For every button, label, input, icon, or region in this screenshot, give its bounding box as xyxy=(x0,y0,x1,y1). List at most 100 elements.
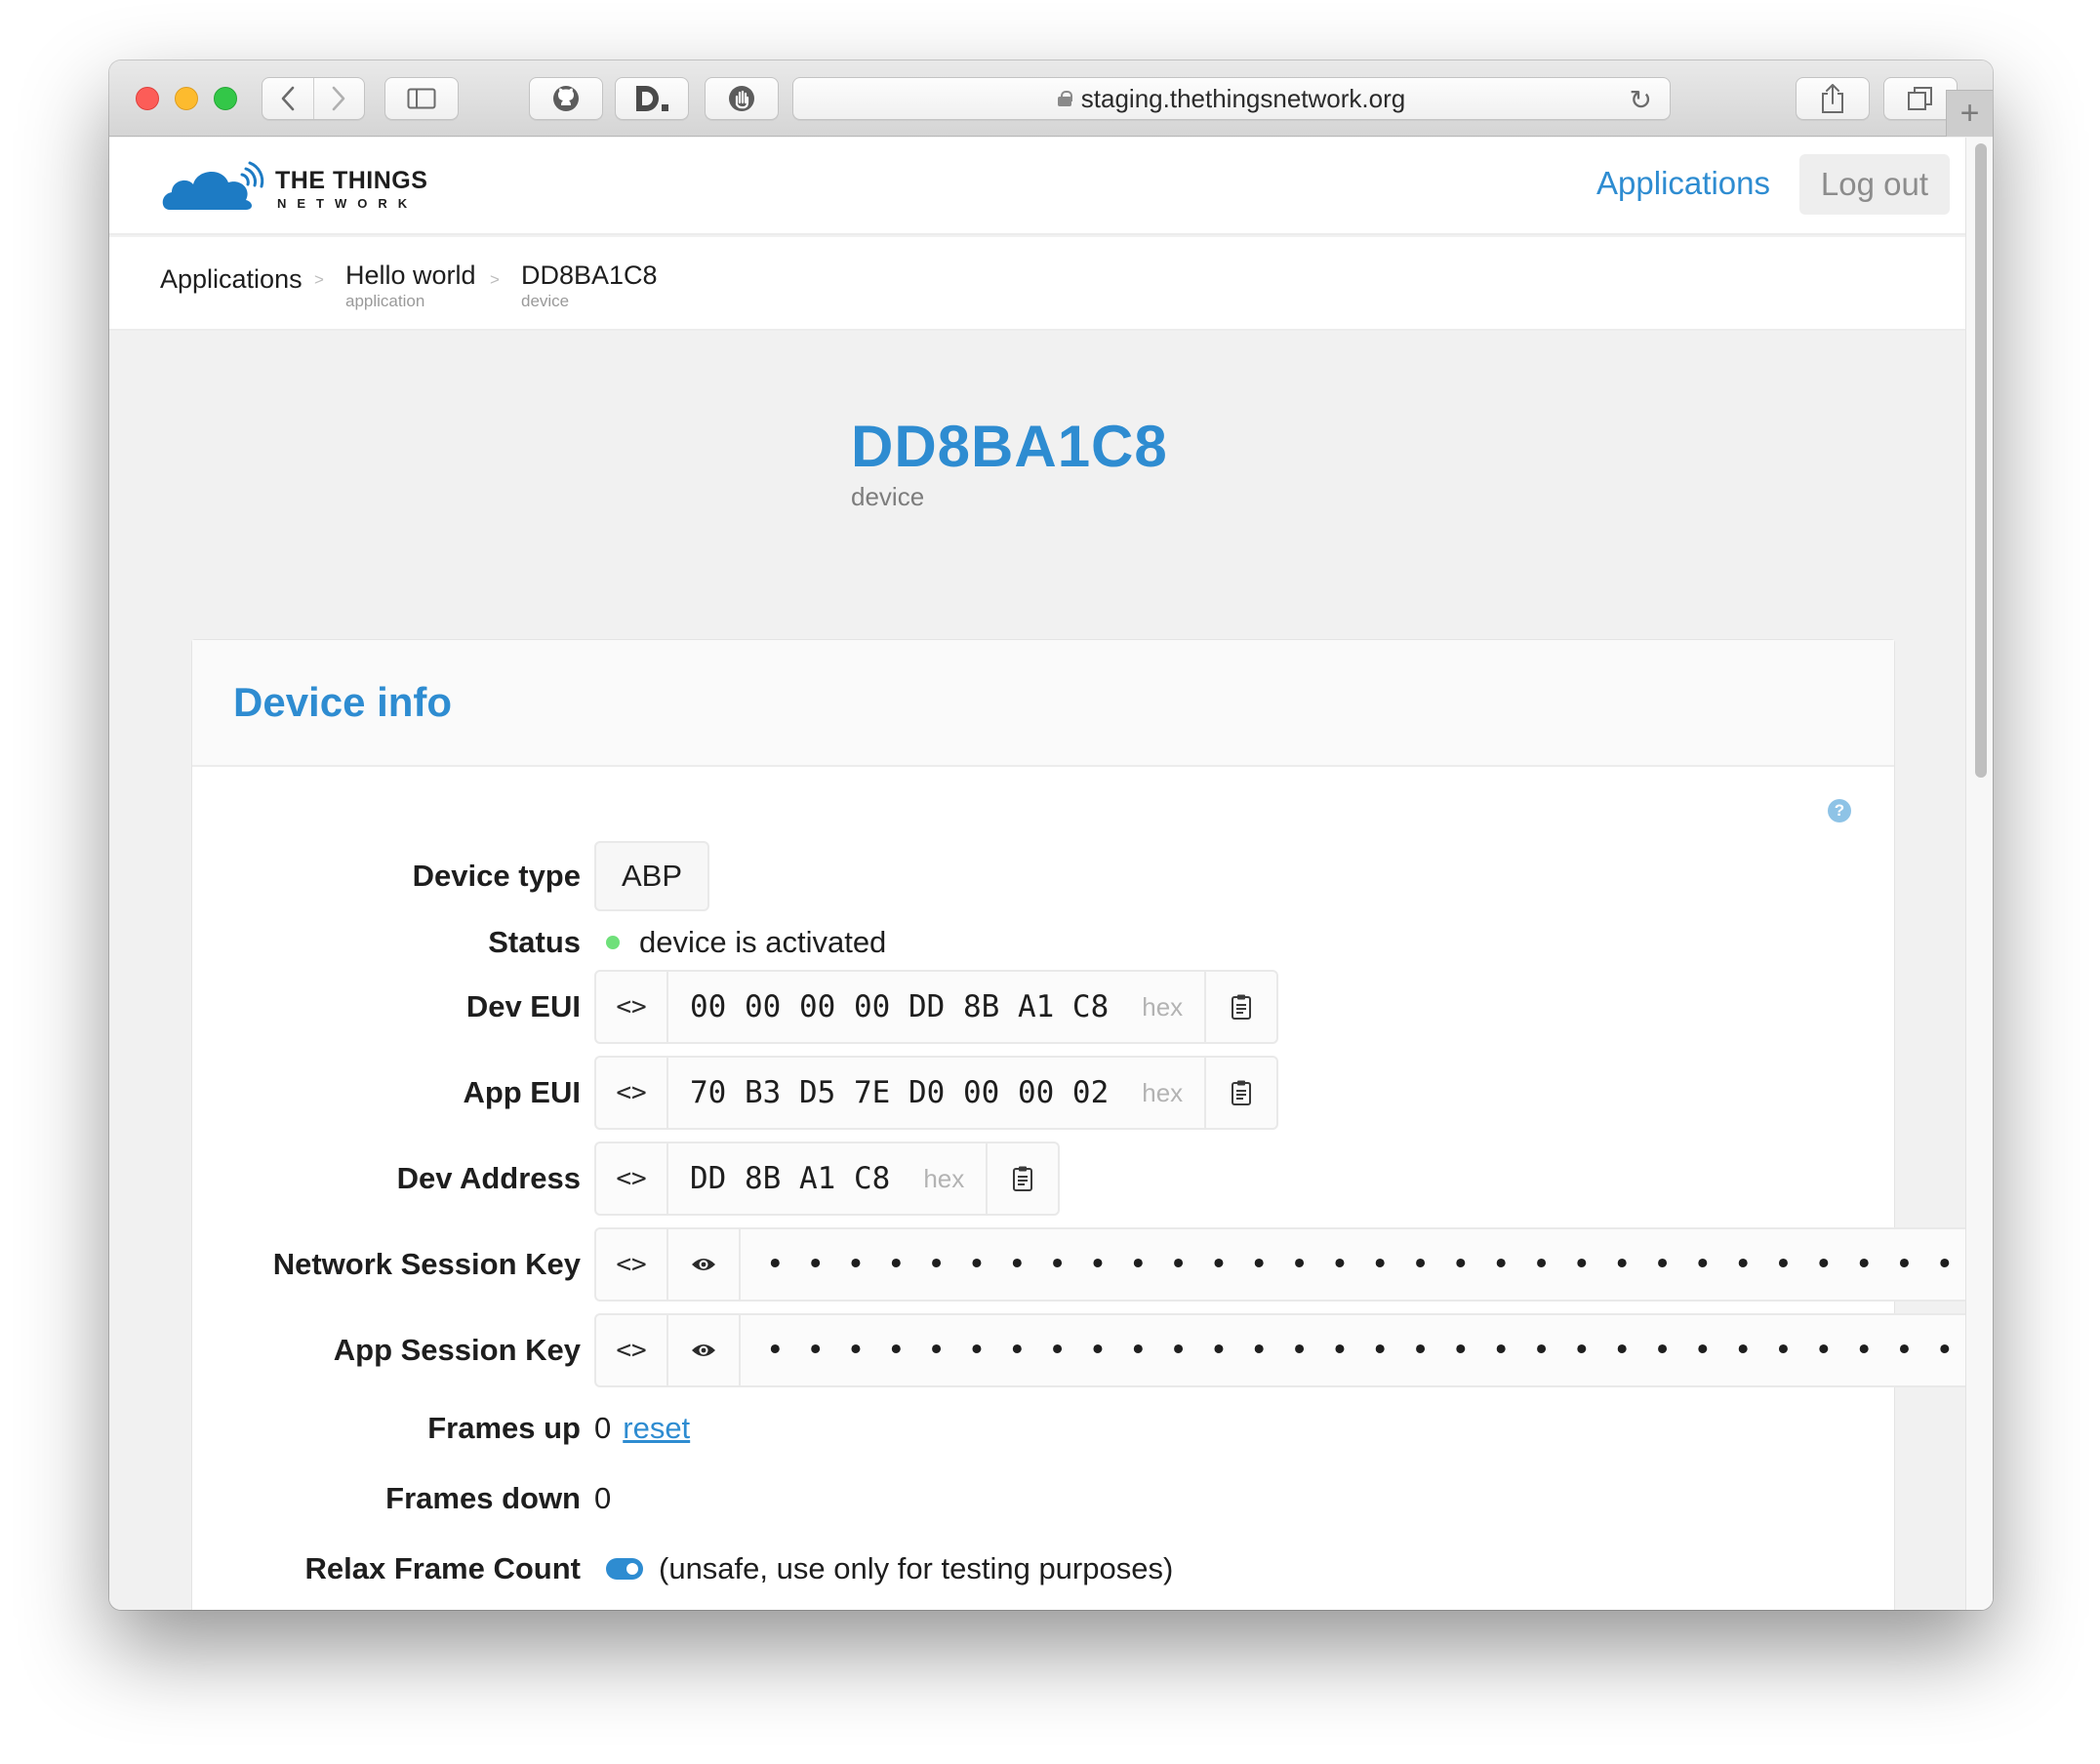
tabs-icon xyxy=(1908,87,1932,110)
copy-button[interactable] xyxy=(986,1143,1058,1214)
field-value-wrap: device is activated xyxy=(606,905,886,980)
breadcrumb-separator: > xyxy=(490,270,500,289)
frames-down-value: 0 xyxy=(594,1481,612,1515)
row-frames-down: Frames down 0 xyxy=(192,1462,1894,1536)
breadcrumb-application[interactable]: Hello world application xyxy=(345,261,476,311)
history-nav xyxy=(262,77,365,120)
reset-frames-link[interactable]: reset xyxy=(623,1411,690,1446)
github-extension-button[interactable] xyxy=(529,77,603,120)
relax-frame-count-toggle[interactable] xyxy=(606,1558,643,1580)
row-status: Status device is activated xyxy=(192,905,1894,980)
status-indicator xyxy=(606,936,620,949)
toggle-format-button[interactable]: <> xyxy=(596,972,668,1042)
logo-text-bottom: NETWORK xyxy=(277,196,419,211)
field-label: Dev EUI xyxy=(465,989,581,1023)
logo-text-top: THE THINGS xyxy=(275,167,428,194)
breadcrumb-applications[interactable]: Applications xyxy=(160,264,303,295)
browser-window: staging.thethingsnetwork.org ↻ + THE THI… xyxy=(109,60,1993,1610)
breadcrumb-label: Applications xyxy=(160,264,303,294)
url-text: staging.thethingsnetwork.org xyxy=(1080,83,1406,113)
site-header: THE THINGS NETWORK Applications Log out xyxy=(109,138,1965,235)
field-label: Relax Frame Count xyxy=(304,1551,581,1585)
field-label: Dev Address xyxy=(396,1161,581,1195)
breadcrumb-device[interactable]: DD8BA1C8 device xyxy=(521,261,658,311)
format-label: hex xyxy=(923,1163,965,1193)
eye-icon xyxy=(692,1344,715,1356)
minimize-window-button[interactable] xyxy=(175,87,198,110)
clipboard-icon xyxy=(1013,1166,1033,1191)
breadcrumb-sublabel: device xyxy=(521,292,570,310)
sidebar-button[interactable] xyxy=(384,77,459,120)
row-frames-up: Frames up 0 reset xyxy=(192,1391,1894,1465)
dev-address-field: <> DD 8B A1 C8 hex xyxy=(594,1142,1061,1216)
ttn-logo[interactable]: THE THINGS NETWORK xyxy=(160,157,433,216)
device-type-value: ABP xyxy=(594,841,710,911)
copy-button[interactable] xyxy=(1204,1058,1276,1128)
field-value-wrap: ABP xyxy=(594,839,710,913)
toggle-format-button[interactable]: <> xyxy=(596,1315,668,1385)
breadcrumb-label: DD8BA1C8 xyxy=(521,261,658,290)
web-page: THE THINGS NETWORK Applications Log out … xyxy=(109,138,1993,1610)
row-device-type: Device type ABP xyxy=(192,839,1894,913)
new-tab-button[interactable]: + xyxy=(1946,90,1993,137)
zoom-window-button[interactable] xyxy=(214,87,237,110)
toggle-format-button[interactable]: <> xyxy=(596,1058,668,1128)
app-session-key-field: <> • • • • • • • • • • • • • • • • • • •… xyxy=(594,1313,1993,1387)
reveal-key-button[interactable] xyxy=(668,1229,741,1300)
lock-icon xyxy=(1057,91,1072,106)
reveal-key-button[interactable] xyxy=(668,1315,741,1385)
toggle-format-button[interactable]: <> xyxy=(596,1143,668,1214)
hand-extension-button[interactable] xyxy=(705,77,779,120)
back-button[interactable] xyxy=(262,78,313,119)
d-icon xyxy=(636,86,668,111)
nav-applications-link[interactable]: Applications xyxy=(1596,165,1770,202)
field-value-wrap: 0 reset xyxy=(594,1391,690,1465)
field-label: Frames down xyxy=(385,1481,581,1515)
format-label: hex xyxy=(1142,991,1184,1022)
code-icon: <> xyxy=(616,1164,647,1193)
d-extension-button[interactable] xyxy=(615,77,689,120)
code-icon: <> xyxy=(616,992,647,1022)
app-eui-value: 70 B3 D5 7E D0 00 00 02 xyxy=(690,1075,1110,1110)
field-label: App EUI xyxy=(463,1075,581,1109)
row-app-session-key: App Session Key <> • • • • • • • • • • •… xyxy=(192,1313,1993,1387)
card-header: Device info xyxy=(192,640,1894,767)
code-icon: <> xyxy=(616,1250,647,1279)
page-title: DD8BA1C8 xyxy=(851,414,1168,479)
field-label: Status xyxy=(488,925,581,959)
help-icon[interactable]: ? xyxy=(1828,799,1851,822)
github-icon xyxy=(553,86,579,111)
network-session-key-field: <> • • • • • • • • • • • • • • • • • • •… xyxy=(594,1227,1993,1302)
card-title: Device info xyxy=(233,679,453,725)
row-relax-frame-count: Relax Frame Count (unsafe, use only for … xyxy=(192,1532,1894,1606)
share-button[interactable] xyxy=(1796,77,1870,120)
clipboard-icon xyxy=(1232,994,1252,1020)
network-session-key-value: • • • • • • • • • • • • • • • • • • • • … xyxy=(766,1247,1993,1282)
field-label: Network Session Key xyxy=(272,1247,581,1281)
row-dev-address: Dev Address <> DD 8B A1 C8 hex xyxy=(192,1142,1894,1216)
cloud-logo-icon xyxy=(162,161,264,210)
address-bar[interactable]: staging.thethingsnetwork.org ↻ xyxy=(792,77,1671,120)
relax-frame-count-note: (unsafe, use only for testing purposes) xyxy=(659,1551,1174,1585)
field-value-wrap: <> • • • • • • • • • • • • • • • • • • •… xyxy=(594,1227,1993,1302)
reload-icon[interactable]: ↻ xyxy=(1630,84,1652,116)
field-label: Frames up xyxy=(427,1411,581,1445)
breadcrumb-label: Hello world xyxy=(345,261,476,290)
dev-eui-value: 00 00 00 00 DD 8B A1 C8 xyxy=(690,989,1110,1024)
toggle-format-button[interactable]: <> xyxy=(596,1229,668,1300)
field-label: App Session Key xyxy=(333,1333,581,1367)
breadcrumb-separator: > xyxy=(314,270,324,289)
copy-button[interactable] xyxy=(1204,972,1276,1042)
field-value-wrap: <> 00 00 00 00 DD 8B A1 C8 hex xyxy=(594,970,1279,1044)
scroll-thumb[interactable] xyxy=(1975,143,1987,778)
field-value-wrap: <> • • • • • • • • • • • • • • • • • • •… xyxy=(594,1313,1993,1387)
close-window-button[interactable] xyxy=(136,87,159,110)
row-app-eui: App EUI <> 70 B3 D5 7E D0 00 00 02 hex xyxy=(192,1056,1894,1130)
field-value-wrap: <> 70 B3 D5 7E D0 00 00 02 hex xyxy=(594,1056,1279,1130)
field-label: Device type xyxy=(412,859,581,893)
logout-button[interactable]: Log out xyxy=(1798,154,1950,215)
dev-address-value: DD 8B A1 C8 xyxy=(690,1161,891,1196)
page-scrollbar[interactable] xyxy=(1965,138,1993,1610)
forward-button[interactable] xyxy=(312,78,365,119)
browser-toolbar: staging.thethingsnetwork.org ↻ + xyxy=(109,60,1993,137)
